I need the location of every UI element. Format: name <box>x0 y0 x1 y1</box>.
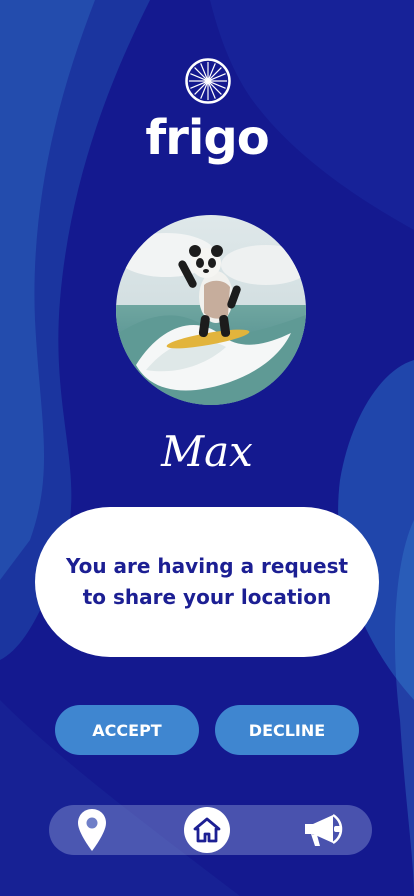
nav-home-button[interactable] <box>184 807 230 853</box>
panda-surfing-avatar <box>116 215 306 405</box>
avatar <box>116 215 306 405</box>
user-name: Max <box>161 427 253 476</box>
wheel-icon <box>185 58 231 104</box>
nav-location-button[interactable] <box>75 807 109 853</box>
decline-button[interactable]: DECLINE <box>215 705 359 755</box>
bottom-nav <box>49 805 372 855</box>
nav-announce-button[interactable] <box>301 809 347 851</box>
location-request-screen: frigo Max You are having a request to sh… <box>0 0 414 896</box>
megaphone-icon <box>305 813 343 846</box>
request-message-card: You are having a request to share your l… <box>35 507 379 657</box>
request-message: You are having a request to share your l… <box>65 554 349 609</box>
location-pin-icon <box>78 809 106 851</box>
brand-logo-text: frigo <box>145 110 269 166</box>
accept-button[interactable]: ACCEPT <box>55 705 199 755</box>
home-icon <box>193 817 221 843</box>
